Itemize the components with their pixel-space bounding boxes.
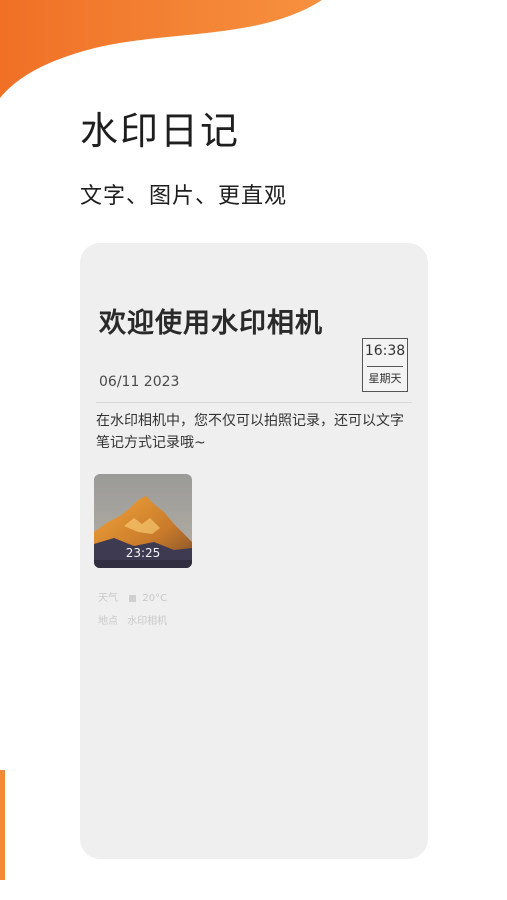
location-row: 地点 水印相机: [98, 612, 167, 627]
time-text: 16:38: [364, 343, 406, 359]
weather-icon: [129, 594, 137, 602]
time-stamp-box: 16:38 星期天: [362, 338, 408, 392]
weekday-text: 星期天: [368, 372, 402, 385]
card-divider: [96, 402, 412, 403]
weather-value: 20°C: [142, 593, 168, 604]
diary-card[interactable]: 欢迎使用水印相机 16:38 星期天 06/11 2023 在水印相机中，您不仅…: [80, 243, 428, 859]
card-body-text: 在水印相机中，您不仅可以拍照记录，还可以文字笔记方式记录哦~: [96, 413, 404, 451]
card-title: 欢迎使用水印相机: [99, 308, 323, 339]
photo-thumbnail[interactable]: 23:25: [94, 474, 192, 568]
weather-label: 天气: [98, 593, 118, 604]
photo-stamp-time: 23:25: [125, 546, 161, 560]
app-subtitle: 文字、图片、更直观: [80, 184, 288, 209]
card-date: 06/11 2023: [99, 374, 180, 390]
location-value: 水印相机: [127, 616, 168, 627]
app-title: 水印日记: [80, 109, 241, 153]
location-label: 地点: [98, 616, 118, 627]
time-divider: [367, 366, 403, 367]
weather-row: 天气 20°C: [98, 589, 167, 604]
